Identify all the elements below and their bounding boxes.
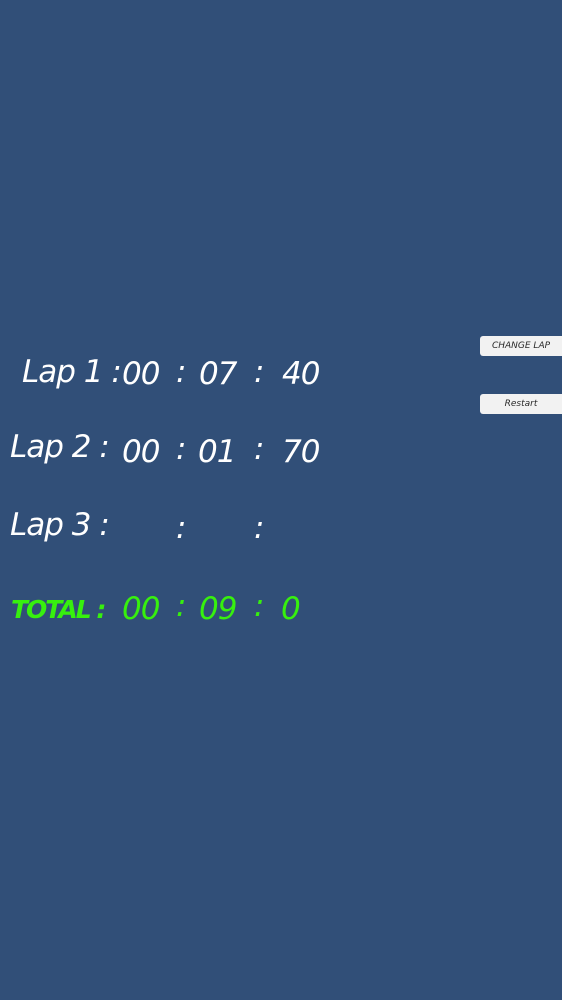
lap-2-label: Lap 2 : (10, 429, 110, 465)
lap-1-label: Lap 1 : (22, 354, 122, 390)
total-minutes: 00 (122, 591, 160, 627)
lap-1-separator-2: : (254, 354, 265, 390)
lap-2-milliseconds: 70 (282, 434, 320, 470)
total-separator-2: : (254, 588, 265, 624)
stopwatch-screen: Lap 1 : 00 : 07 : 40 Lap 2 : 00 : 01 : 7… (0, 0, 562, 1000)
total-label: TOTAL : (11, 595, 106, 624)
lap-3-separator-1: : (176, 510, 187, 546)
change-lap-button[interactable]: change lap (480, 336, 562, 356)
total-separator-1: : (176, 588, 187, 624)
lap-2-minutes: 00 (122, 434, 160, 470)
lap-2-separator-2: : (254, 431, 265, 467)
lap-2-seconds: 01 (198, 434, 236, 470)
lap-3-label: Lap 3 : (10, 507, 110, 543)
lap-1-minutes: 00 (122, 356, 160, 392)
lap-1-separator-1: : (176, 354, 187, 390)
restart-button[interactable]: Restart (480, 394, 562, 414)
lap-1-seconds: 07 (199, 356, 237, 392)
lap-1-milliseconds: 40 (282, 356, 320, 392)
total-seconds: 09 (199, 591, 237, 627)
lap-2-separator-1: : (176, 431, 187, 467)
lap-3-separator-2: : (254, 510, 265, 546)
total-milliseconds: 0 (281, 591, 301, 627)
